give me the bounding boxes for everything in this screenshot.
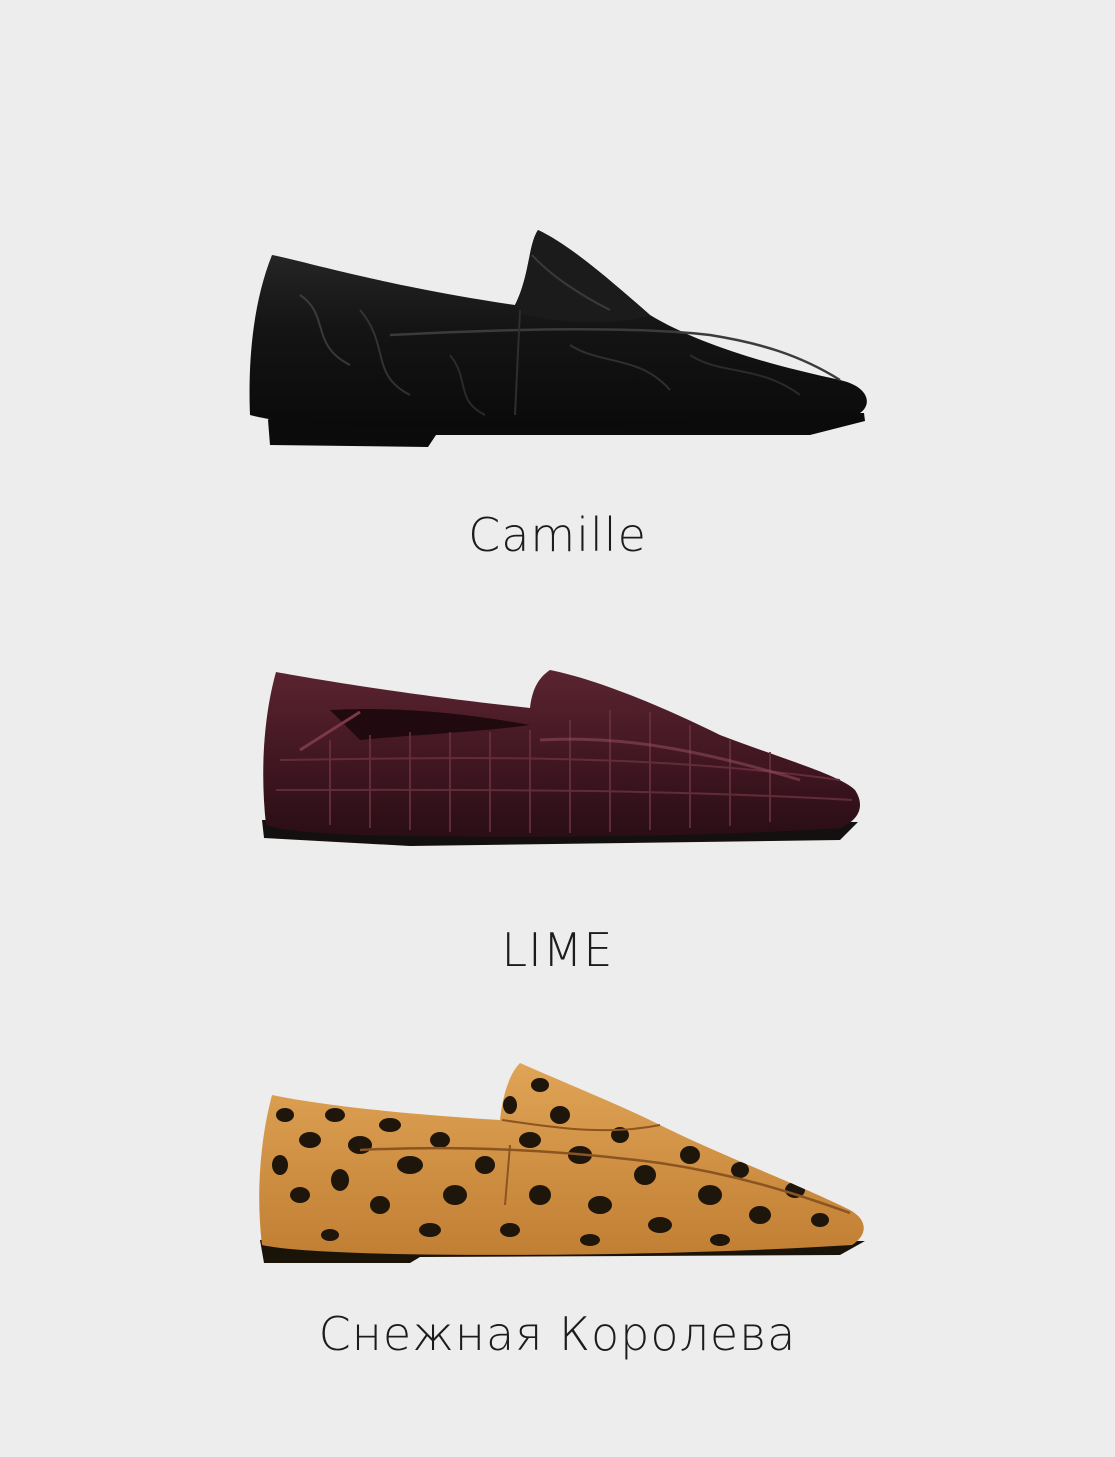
product-name[interactable]: Снежная Королева — [0, 1311, 1115, 1357]
product-name[interactable]: LIME — [0, 927, 1115, 973]
product-image-burgundy-croc-loafer[interactable] — [240, 640, 880, 900]
product-image-black-loafer[interactable] — [240, 215, 880, 475]
product-image-leopard-loafer[interactable] — [240, 1045, 880, 1305]
black-leather-loafer — [249, 230, 867, 447]
leopard-print-loafer — [259, 1063, 865, 1263]
burgundy-croc-loafer — [262, 670, 860, 846]
product-name[interactable]: Camille — [0, 512, 1115, 558]
